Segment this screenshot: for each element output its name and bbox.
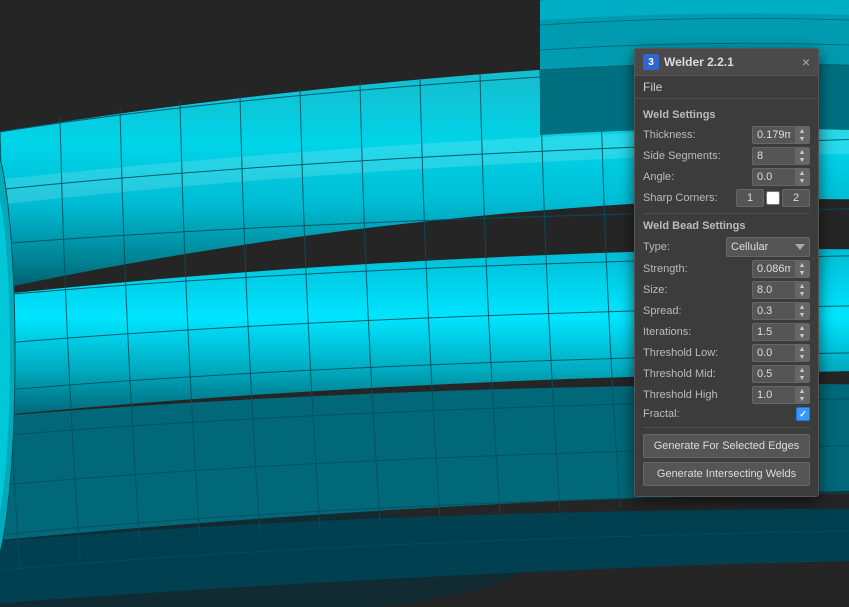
thickness-label: Thickness: (643, 129, 696, 141)
side-segments-spinner: ▲ ▼ (752, 147, 810, 165)
generate-intersecting-button[interactable]: Generate Intersecting Welds (643, 462, 810, 486)
strength-control: ▲ ▼ (752, 260, 810, 278)
title-bar-left: 3 Welder 2.2.1 (643, 54, 734, 70)
title-bar: 3 Welder 2.2.1 × (635, 49, 818, 76)
spread-down[interactable]: ▼ (795, 311, 809, 319)
spread-control: ▲ ▼ (752, 302, 810, 320)
divider-2 (643, 427, 810, 428)
strength-arrows: ▲ ▼ (795, 261, 809, 277)
type-control: Cellular Linear Noise (726, 237, 810, 257)
panel-body: Weld Settings Thickness: ▲ ▼ Side Segmen… (635, 99, 818, 496)
size-down[interactable]: ▼ (795, 290, 809, 298)
threshold-low-label: Threshold Low: (643, 347, 718, 359)
type-label: Type: (643, 241, 670, 253)
size-up[interactable]: ▲ (795, 282, 809, 290)
spread-label: Spread: (643, 305, 682, 317)
threshold-mid-up[interactable]: ▲ (795, 366, 809, 374)
size-control: ▲ ▼ (752, 281, 810, 299)
strength-down[interactable]: ▼ (795, 269, 809, 277)
welder-panel: 3 Welder 2.2.1 × File Weld Settings Thic… (634, 48, 819, 497)
strength-row: Strength: ▲ ▼ (643, 260, 810, 278)
strength-label: Strength: (643, 263, 688, 275)
size-row: Size: ▲ ▼ (643, 281, 810, 299)
weld-bead-settings-header: Weld Bead Settings (643, 220, 810, 232)
sharp-corners-row: Sharp Corners: (643, 189, 810, 207)
threshold-low-spinner: ▲ ▼ (752, 344, 810, 362)
spread-spinner: ▲ ▼ (752, 302, 810, 320)
fractal-control (796, 407, 810, 421)
divider-1 (643, 213, 810, 214)
iterations-row: Iterations: ▲ ▼ (643, 323, 810, 341)
spread-row: Spread: ▲ ▼ (643, 302, 810, 320)
strength-up[interactable]: ▲ (795, 261, 809, 269)
iterations-spinner: ▲ ▼ (752, 323, 810, 341)
iterations-label: Iterations: (643, 326, 691, 338)
spread-up[interactable]: ▲ (795, 303, 809, 311)
thickness-row: Thickness: ▲ ▼ (643, 126, 810, 144)
threshold-high-down[interactable]: ▼ (795, 395, 809, 403)
thickness-arrows: ▲ ▼ (795, 127, 809, 143)
thickness-control: ▲ ▼ (752, 126, 810, 144)
type-row: Type: Cellular Linear Noise (643, 237, 810, 257)
close-button[interactable]: × (802, 55, 810, 69)
sharp-corners-label: Sharp Corners: (643, 192, 718, 204)
angle-up[interactable]: ▲ (795, 169, 809, 177)
menu-bar: File (635, 76, 818, 99)
threshold-mid-control: ▲ ▼ (752, 365, 810, 383)
iterations-down[interactable]: ▼ (795, 332, 809, 340)
thickness-down[interactable]: ▼ (795, 135, 809, 143)
threshold-low-arrows: ▲ ▼ (795, 345, 809, 361)
file-menu[interactable]: File (643, 80, 662, 94)
angle-arrows: ▲ ▼ (795, 169, 809, 185)
side-segments-row: Side Segments: ▲ ▼ (643, 147, 810, 165)
side-segments-down[interactable]: ▼ (795, 156, 809, 164)
iterations-control: ▲ ▼ (752, 323, 810, 341)
fractal-checkbox[interactable] (796, 407, 810, 421)
sharp-corners-input1[interactable] (736, 189, 764, 207)
sharp-corners-toggle[interactable] (766, 191, 780, 205)
threshold-mid-arrows: ▲ ▼ (795, 366, 809, 382)
panel-title: Welder 2.2.1 (664, 55, 734, 69)
iterations-up[interactable]: ▲ (795, 324, 809, 332)
threshold-mid-spinner: ▲ ▼ (752, 365, 810, 383)
fractal-row: Fractal: (643, 407, 810, 421)
size-spinner: ▲ ▼ (752, 281, 810, 299)
threshold-high-up[interactable]: ▲ (795, 387, 809, 395)
threshold-mid-row: Threshold Mid: ▲ ▼ (643, 365, 810, 383)
threshold-high-spinner: ▲ ▼ (752, 386, 810, 404)
threshold-high-arrows: ▲ ▼ (795, 387, 809, 403)
threshold-mid-label: Threshold Mid: (643, 368, 716, 380)
side-segments-up[interactable]: ▲ (795, 148, 809, 156)
threshold-high-label: Threshold High (643, 389, 718, 401)
angle-label: Angle: (643, 171, 674, 183)
thickness-spinner: ▲ ▼ (752, 126, 810, 144)
size-arrows: ▲ ▼ (795, 282, 809, 298)
fractal-label: Fractal: (643, 408, 680, 420)
size-label: Size: (643, 284, 667, 296)
spread-arrows: ▲ ▼ (795, 303, 809, 319)
threshold-mid-down[interactable]: ▼ (795, 374, 809, 382)
threshold-low-control: ▲ ▼ (752, 344, 810, 362)
side-segments-arrows: ▲ ▼ (795, 148, 809, 164)
side-segments-control: ▲ ▼ (752, 147, 810, 165)
thickness-up[interactable]: ▲ (795, 127, 809, 135)
angle-control: ▲ ▼ (752, 168, 810, 186)
sharp-corners-control (736, 189, 810, 207)
threshold-low-row: Threshold Low: ▲ ▼ (643, 344, 810, 362)
angle-down[interactable]: ▼ (795, 177, 809, 185)
side-segments-label: Side Segments: (643, 150, 721, 162)
angle-row: Angle: ▲ ▼ (643, 168, 810, 186)
app-icon: 3 (643, 54, 659, 70)
iterations-arrows: ▲ ▼ (795, 324, 809, 340)
sharp-corners-input2[interactable] (782, 189, 810, 207)
type-dropdown[interactable]: Cellular Linear Noise (726, 237, 810, 257)
weld-settings-header: Weld Settings (643, 109, 810, 121)
threshold-high-row: Threshold High ▲ ▼ (643, 386, 810, 404)
angle-spinner: ▲ ▼ (752, 168, 810, 186)
threshold-high-control: ▲ ▼ (752, 386, 810, 404)
threshold-low-up[interactable]: ▲ (795, 345, 809, 353)
generate-selected-button[interactable]: Generate For Selected Edges (643, 434, 810, 458)
threshold-low-down[interactable]: ▼ (795, 353, 809, 361)
strength-spinner: ▲ ▼ (752, 260, 810, 278)
